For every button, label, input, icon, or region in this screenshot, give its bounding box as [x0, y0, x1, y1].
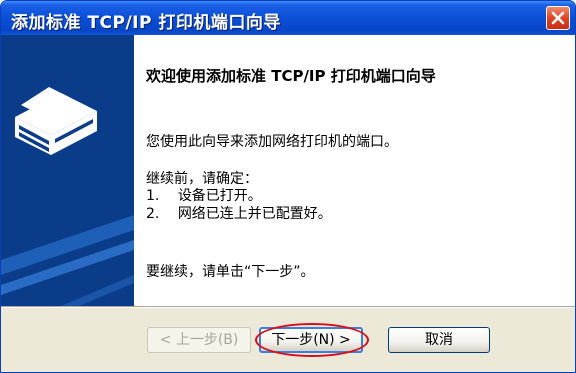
checklist-item-number: 1. [146, 188, 160, 204]
welcome-heading: 欢迎使用添加标准 TCP/IP 打印机端口向导 [146, 67, 436, 85]
continue-instruction: 要继续，请单击“下一步”。 [146, 264, 315, 280]
window-title: 添加标准 TCP/IP 打印机端口向导 [11, 13, 281, 33]
title-bar[interactable]: 添加标准 TCP/IP 打印机端口向导 [1, 1, 575, 35]
checklist-item: 2. 网络已连上并已配置好。 [146, 203, 332, 223]
close-icon [551, 11, 565, 25]
back-button[interactable]: < 上一步(B) [147, 327, 251, 353]
checklist-item-text: 网络已连上并已配置好。 [177, 206, 332, 222]
checklist-item-text: 设备已打开。 [177, 188, 262, 204]
wizard-window: 添加标准 TCP/IP 打印机端口向导 欢迎使用添加标准 TCP/IP 打印机端… [0, 0, 576, 373]
checklist-item-number: 2. [146, 206, 160, 222]
cancel-button[interactable]: 取消 [388, 327, 490, 353]
close-button[interactable] [546, 6, 570, 30]
button-bar: < 上一步(B) 下一步(N) > 取消 [1, 308, 575, 372]
checklist-item: 1. 设备已打开。 [146, 185, 262, 205]
next-button[interactable]: 下一步(N) > [259, 327, 363, 353]
description-text: 您使用此向导来添加网络打印机的端口。 [146, 134, 398, 150]
wizard-sidebar [1, 35, 134, 306]
wizard-content: 欢迎使用添加标准 TCP/IP 打印机端口向导 您使用此向导来添加网络打印机的端… [134, 35, 575, 306]
printer-graphic-icon [1, 87, 134, 306]
